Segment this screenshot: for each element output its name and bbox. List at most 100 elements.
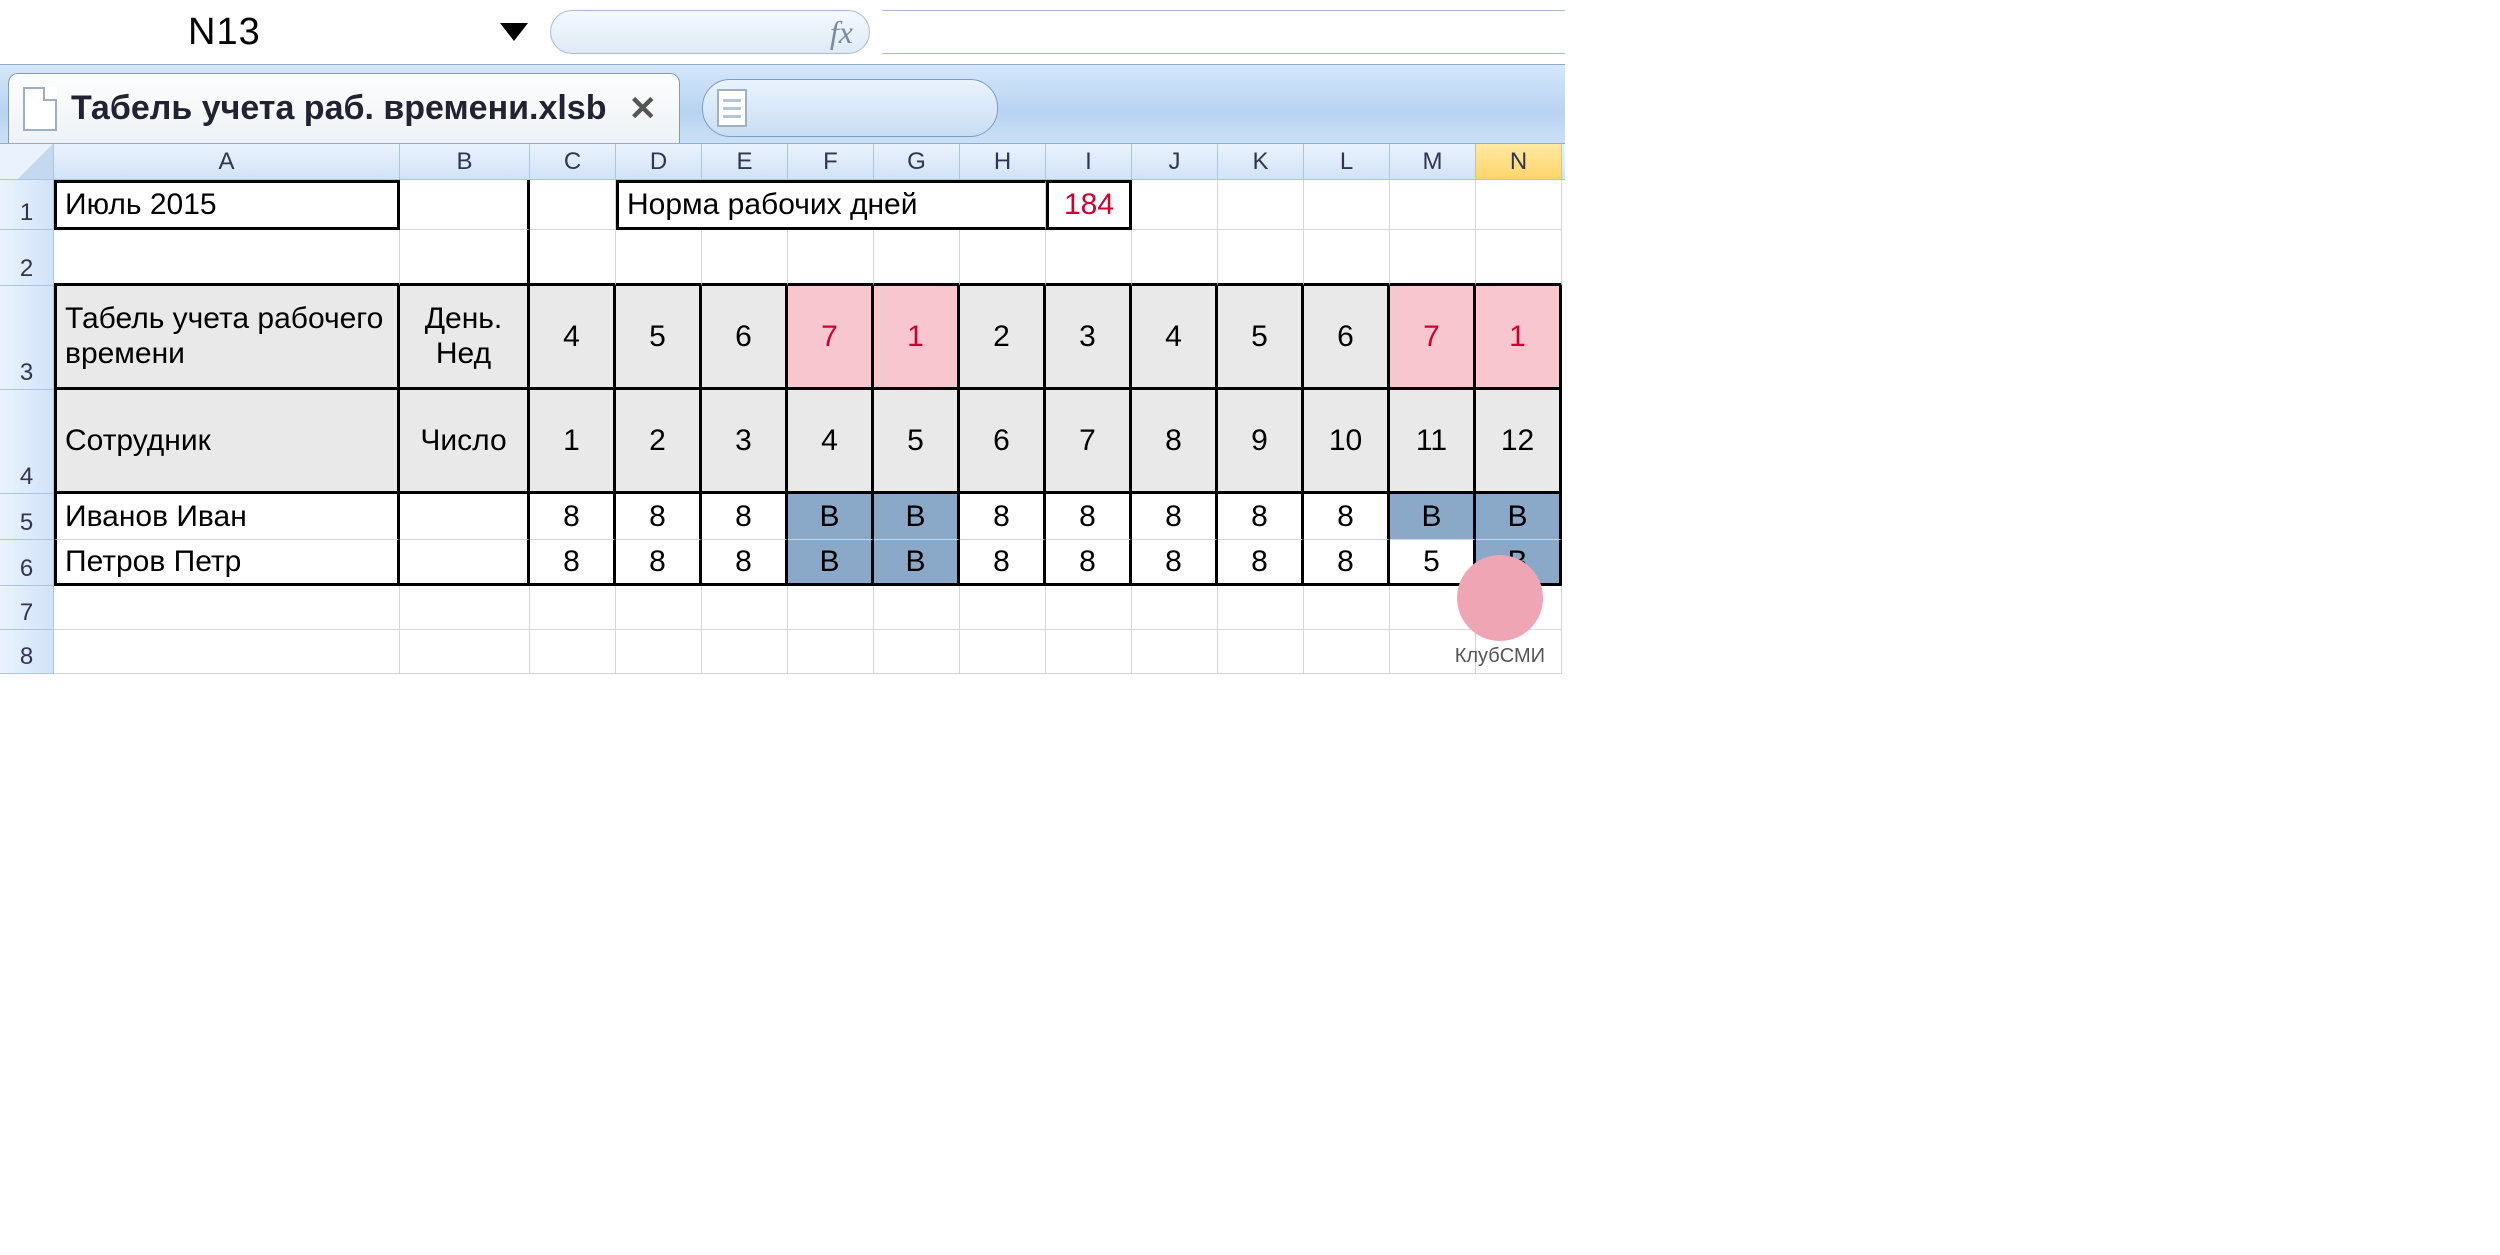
cell[interactable] xyxy=(1046,630,1132,674)
table-title-cell[interactable]: Табель учета рабочего времени xyxy=(54,286,400,390)
day-of-week-cell[interactable]: 6 xyxy=(1304,286,1390,390)
timesheet-cell[interactable]: 8 xyxy=(1218,494,1304,540)
column-header-H[interactable]: H xyxy=(960,144,1046,179)
day-of-week-cell[interactable]: 4 xyxy=(1132,286,1218,390)
cell[interactable] xyxy=(400,540,530,586)
timesheet-cell[interactable]: 8 xyxy=(702,540,788,586)
cell[interactable] xyxy=(788,230,874,286)
cell[interactable] xyxy=(54,586,400,630)
new-workbook-button[interactable] xyxy=(702,79,998,137)
day-of-week-cell[interactable]: 7 xyxy=(1390,286,1476,390)
cell[interactable] xyxy=(400,586,530,630)
row-header[interactable]: 1 xyxy=(0,180,54,230)
cell[interactable] xyxy=(400,230,530,286)
column-header-B[interactable]: B xyxy=(400,144,530,179)
cell[interactable] xyxy=(1132,180,1218,230)
cell[interactable] xyxy=(1390,180,1476,230)
row-header[interactable]: 6 xyxy=(0,540,54,586)
cell[interactable] xyxy=(960,230,1046,286)
date-cell[interactable]: 2 xyxy=(616,390,702,494)
day-of-week-cell[interactable]: 1 xyxy=(1476,286,1562,390)
cell[interactable] xyxy=(1390,230,1476,286)
column-header-F[interactable]: F xyxy=(788,144,874,179)
cell[interactable] xyxy=(530,180,616,230)
cell[interactable] xyxy=(616,586,702,630)
cell[interactable] xyxy=(1218,586,1304,630)
date-cell[interactable]: 10 xyxy=(1304,390,1390,494)
cell[interactable] xyxy=(1218,180,1304,230)
formula-input[interactable] xyxy=(882,10,1565,54)
cell[interactable] xyxy=(1218,630,1304,674)
timesheet-cell[interactable]: В xyxy=(788,494,874,540)
cell[interactable] xyxy=(530,630,616,674)
cell[interactable] xyxy=(1132,586,1218,630)
timesheet-cell[interactable]: 8 xyxy=(960,494,1046,540)
timesheet-cell[interactable]: В xyxy=(1476,494,1562,540)
timesheet-cell[interactable]: 8 xyxy=(1304,494,1390,540)
date-cell[interactable]: 4 xyxy=(788,390,874,494)
cell[interactable] xyxy=(1476,230,1562,286)
column-header-K[interactable]: K xyxy=(1218,144,1304,179)
date-cell[interactable]: 12 xyxy=(1476,390,1562,494)
cell[interactable] xyxy=(54,630,400,674)
day-of-week-cell[interactable]: 6 xyxy=(702,286,788,390)
day-of-week-cell[interactable]: 1 xyxy=(874,286,960,390)
timesheet-cell[interactable]: 8 xyxy=(1304,540,1390,586)
cell[interactable] xyxy=(1476,180,1562,230)
timesheet-cell[interactable]: 8 xyxy=(1046,494,1132,540)
cell[interactable] xyxy=(530,230,616,286)
row-header[interactable]: 8 xyxy=(0,630,54,674)
select-all-triangle[interactable] xyxy=(0,144,54,179)
timesheet-cell[interactable]: В xyxy=(874,494,960,540)
name-box-dropdown-icon[interactable] xyxy=(500,23,528,41)
timesheet-cell[interactable]: 8 xyxy=(1046,540,1132,586)
date-cell[interactable]: 8 xyxy=(1132,390,1218,494)
employee-name-cell[interactable]: Петров Петр xyxy=(54,540,400,586)
cell[interactable] xyxy=(1132,230,1218,286)
cell[interactable] xyxy=(1132,630,1218,674)
day-of-week-cell[interactable]: 5 xyxy=(1218,286,1304,390)
timesheet-cell[interactable]: 8 xyxy=(1132,540,1218,586)
day-of-week-cell[interactable]: 5 xyxy=(616,286,702,390)
cell[interactable] xyxy=(1046,230,1132,286)
date-cell[interactable]: 7 xyxy=(1046,390,1132,494)
date-cell[interactable]: 3 xyxy=(702,390,788,494)
cell[interactable] xyxy=(960,586,1046,630)
column-header-G[interactable]: G xyxy=(874,144,960,179)
column-header-E[interactable]: E xyxy=(702,144,788,179)
insert-function-button[interactable]: fx xyxy=(550,10,870,54)
column-header-N[interactable]: N xyxy=(1476,144,1562,179)
column-header-C[interactable]: C xyxy=(530,144,616,179)
timesheet-cell[interactable]: 8 xyxy=(530,494,616,540)
timesheet-cell[interactable]: 8 xyxy=(616,494,702,540)
timesheet-cell[interactable]: 8 xyxy=(702,494,788,540)
timesheet-cell[interactable]: 8 xyxy=(616,540,702,586)
employee-name-cell[interactable]: Иванов Иван xyxy=(54,494,400,540)
day-of-week-cell[interactable]: 3 xyxy=(1046,286,1132,390)
row-header[interactable]: 2 xyxy=(0,230,54,286)
date-cell[interactable]: 6 xyxy=(960,390,1046,494)
norm-hours-label-cell[interactable]: Норма рабочих дней xyxy=(616,180,1046,230)
timesheet-cell[interactable]: 8 xyxy=(960,540,1046,586)
row-header[interactable]: 4 xyxy=(0,390,54,494)
cell[interactable] xyxy=(1304,630,1390,674)
cell[interactable] xyxy=(1218,230,1304,286)
column-header-I[interactable]: I xyxy=(1046,144,1132,179)
row-header[interactable]: 3 xyxy=(0,286,54,390)
column-header-A[interactable]: A xyxy=(54,144,400,179)
cell[interactable] xyxy=(788,630,874,674)
timesheet-cell[interactable]: 8 xyxy=(530,540,616,586)
cell[interactable] xyxy=(400,494,530,540)
workbook-tab-active[interactable]: Табель учета раб. времени.xlsb ✕ xyxy=(8,73,680,143)
cell[interactable] xyxy=(616,230,702,286)
row-header[interactable]: 5 xyxy=(0,494,54,540)
timesheet-cell[interactable]: 8 xyxy=(1132,494,1218,540)
cell[interactable] xyxy=(702,630,788,674)
month-cell[interactable]: Июль 2015 xyxy=(54,180,400,230)
cell[interactable] xyxy=(1304,180,1390,230)
cell[interactable] xyxy=(1304,230,1390,286)
cell[interactable] xyxy=(400,630,530,674)
date-cell[interactable]: 11 xyxy=(1390,390,1476,494)
name-box[interactable]: N13 xyxy=(12,6,488,58)
cell[interactable] xyxy=(530,586,616,630)
